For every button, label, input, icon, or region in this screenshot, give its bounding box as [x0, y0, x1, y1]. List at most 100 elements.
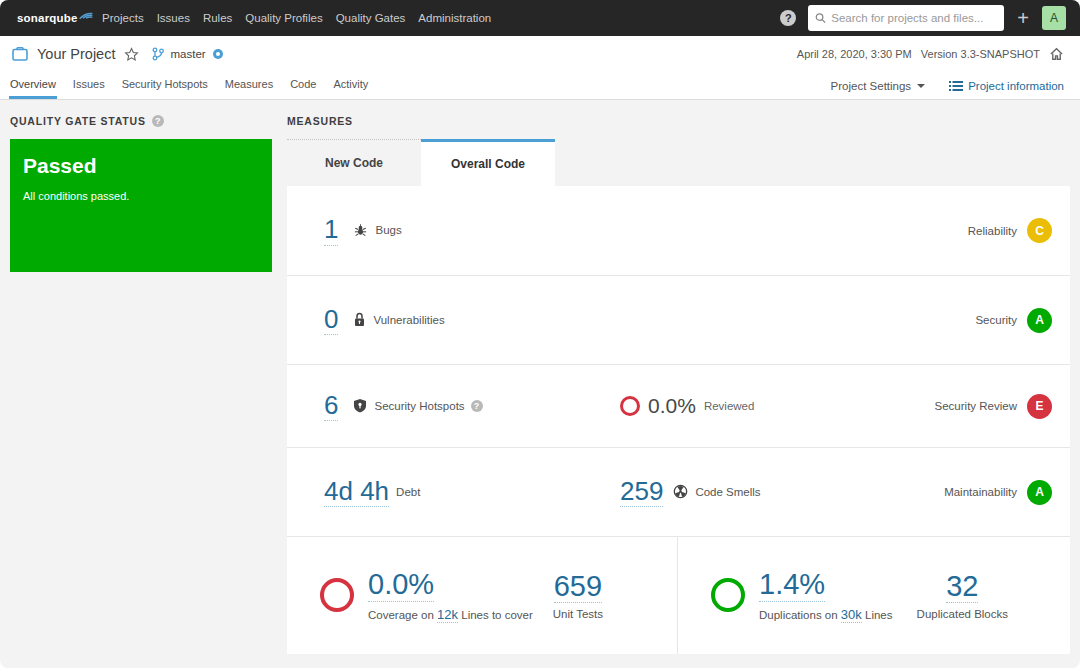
code-smells-group: 259 Code Smells [620, 477, 761, 507]
security-hotspots-group: 6 Security Hotspots ? [324, 391, 483, 421]
debt-value[interactable]: 4d 4h [324, 477, 389, 507]
tab-security-hotspots[interactable]: Security Hotspots [121, 72, 209, 99]
tab-overall-code[interactable]: Overall Code [421, 139, 555, 186]
maintainability-rating-badge[interactable]: A [1027, 480, 1052, 505]
vulnerabilities-label[interactable]: Vulnerabilities [373, 314, 444, 326]
measure-row-vulnerabilities: 0 Vulnerabilities Security A [287, 276, 1070, 365]
home-icon[interactable] [1049, 47, 1064, 61]
tab-overview[interactable]: Overview [9, 72, 57, 99]
bugs-label[interactable]: Bugs [375, 224, 401, 236]
tab-measures[interactable]: Measures [224, 72, 274, 99]
duplications-main: 1.4% Duplications on 30k Lines [711, 569, 893, 622]
list-icon [949, 80, 963, 92]
security-hotspots-help-icon[interactable]: ? [471, 400, 483, 412]
coverage-desc-post: Lines to cover [461, 609, 533, 621]
reviewed-label: Reviewed [704, 400, 755, 412]
shield-icon [353, 398, 367, 413]
duplications-percent[interactable]: 1.4% [759, 569, 825, 602]
bug-icon [353, 223, 368, 238]
reviewed-percent: 0.0% [648, 394, 696, 418]
quality-gate-status: Passed [23, 154, 259, 178]
quality-gate-title-text: QUALITY GATE STATUS [10, 115, 146, 127]
bugs-count[interactable]: 1 [324, 215, 338, 245]
help-icon[interactable]: ? [780, 10, 796, 26]
analysis-date: April 28, 2020, 3:30 PM [797, 48, 912, 60]
measures-panel: 1 Bugs Reliability C 0 Vulnerabilities [287, 186, 1070, 654]
project-information-label: Project information [968, 80, 1064, 92]
debt-group: 4d 4h Debt [324, 477, 420, 507]
maintainability-label: Maintainability [944, 486, 1017, 498]
code-smells-count[interactable]: 259 [620, 477, 663, 507]
branch-info-icon[interactable] [212, 48, 224, 60]
favorite-star-icon[interactable] [124, 47, 139, 62]
top-nav-right: ? + A [780, 5, 1066, 31]
measure-row-security-hotspots: 6 Security Hotspots ? 0.0% Reviewed Secu… [287, 365, 1070, 448]
duplications-desc-post: Lines [865, 609, 893, 621]
nav-projects[interactable]: Projects [102, 12, 144, 24]
nav-issues[interactable]: Issues [157, 12, 190, 24]
nav-administration[interactable]: Administration [418, 12, 491, 24]
reliability-rating: Reliability C [968, 218, 1052, 243]
sonarqube-app: sonarqube Projects Issues Rules Quality … [0, 0, 1080, 668]
quality-gate-section: QUALITY GATE STATUS ? Passed All conditi… [10, 114, 272, 272]
nav-quality-gates[interactable]: Quality Gates [336, 12, 406, 24]
avatar[interactable]: A [1042, 6, 1066, 30]
coverage-desc: Coverage on 12k Lines to cover [368, 607, 533, 622]
measure-row-bugs: 1 Bugs Reliability C [287, 186, 1070, 276]
branch-selector[interactable]: master [152, 47, 223, 61]
measure-row-footer: 0.0% Coverage on 12k Lines to cover 659 … [287, 537, 1070, 654]
global-search[interactable] [808, 5, 1004, 31]
project-information-button[interactable]: Project information [949, 80, 1064, 92]
reliability-rating-badge[interactable]: C [1027, 218, 1052, 243]
coverage-lines-link[interactable]: 12k [437, 607, 458, 623]
maintainability-rating: Maintainability A [944, 480, 1052, 505]
nav-quality-profiles[interactable]: Quality Profiles [245, 12, 322, 24]
tab-activity[interactable]: Activity [332, 72, 369, 99]
duplicated-blocks-label: Duplicated Blocks [917, 608, 1008, 620]
security-hotspots-label[interactable]: Security Hotspots [374, 400, 464, 412]
nav-rules[interactable]: Rules [203, 12, 232, 24]
coverage-main: 0.0% Coverage on 12k Lines to cover [320, 569, 533, 622]
code-smells-label[interactable]: Code Smells [695, 486, 760, 498]
security-hotspots-count[interactable]: 6 [324, 391, 338, 421]
security-review-rating: Security Review E [935, 394, 1052, 419]
vulnerabilities-group: 0 Vulnerabilities [324, 305, 445, 335]
search-icon [815, 12, 826, 24]
unit-tests-group: 659 Unit Tests [553, 571, 603, 621]
tab-code[interactable]: Code [289, 72, 317, 99]
debt-label[interactable]: Debt [396, 486, 420, 498]
analysis-meta: April 28, 2020, 3:30 PM Version 3.3-SNAP… [797, 47, 1064, 61]
security-review-rating-badge[interactable]: E [1027, 394, 1052, 419]
project-header: Your Project master April 28, 2020, 3:30… [0, 36, 1080, 72]
duplicated-blocks-count[interactable]: 32 [946, 571, 978, 604]
analysis-version: Version 3.3-SNAPSHOT [921, 48, 1040, 60]
duplications-lines-link[interactable]: 30k [841, 607, 862, 623]
coverage-cell: 0.0% Coverage on 12k Lines to cover 659 … [287, 537, 678, 654]
tab-issues[interactable]: Issues [72, 72, 106, 99]
project-settings-menu[interactable]: Project Settings [831, 80, 926, 92]
project-tabs: Overview Issues Security Hotspots Measur… [0, 72, 1080, 100]
quality-gate-help-icon[interactable]: ? [152, 115, 164, 127]
vulnerabilities-count[interactable]: 0 [324, 305, 338, 335]
measure-row-maintainability: 4d 4h Debt 259 Code Smells Maintainabili… [287, 448, 1070, 537]
branch-name: master [170, 48, 205, 60]
search-input[interactable] [831, 12, 997, 24]
duplications-ring-icon [711, 578, 745, 612]
security-review-label: Security Review [935, 400, 1017, 412]
reviewed-ring-icon [620, 396, 640, 416]
coverage-desc-pre: Coverage on [368, 609, 434, 621]
logo-text: sonarqube [17, 12, 78, 24]
add-button[interactable]: + [1017, 8, 1029, 28]
top-nav-links: Projects Issues Rules Quality Profiles Q… [96, 12, 498, 24]
duplications-cell: 1.4% Duplications on 30k Lines 32 Duplic… [678, 537, 1070, 654]
unit-tests-label: Unit Tests [553, 608, 603, 620]
coverage-percent[interactable]: 0.0% [368, 569, 434, 602]
project-name[interactable]: Your Project [37, 46, 115, 62]
security-rating-badge[interactable]: A [1027, 308, 1052, 333]
sonarqube-logo[interactable]: sonarqube [17, 12, 93, 24]
quality-gate-status-box: Passed All conditions passed. [10, 139, 272, 272]
duplications-desc-pre: Duplications on [759, 609, 838, 621]
logo-swoosh-icon [79, 10, 93, 21]
unit-tests-count[interactable]: 659 [554, 571, 602, 604]
tab-new-code[interactable]: New Code [287, 139, 421, 186]
